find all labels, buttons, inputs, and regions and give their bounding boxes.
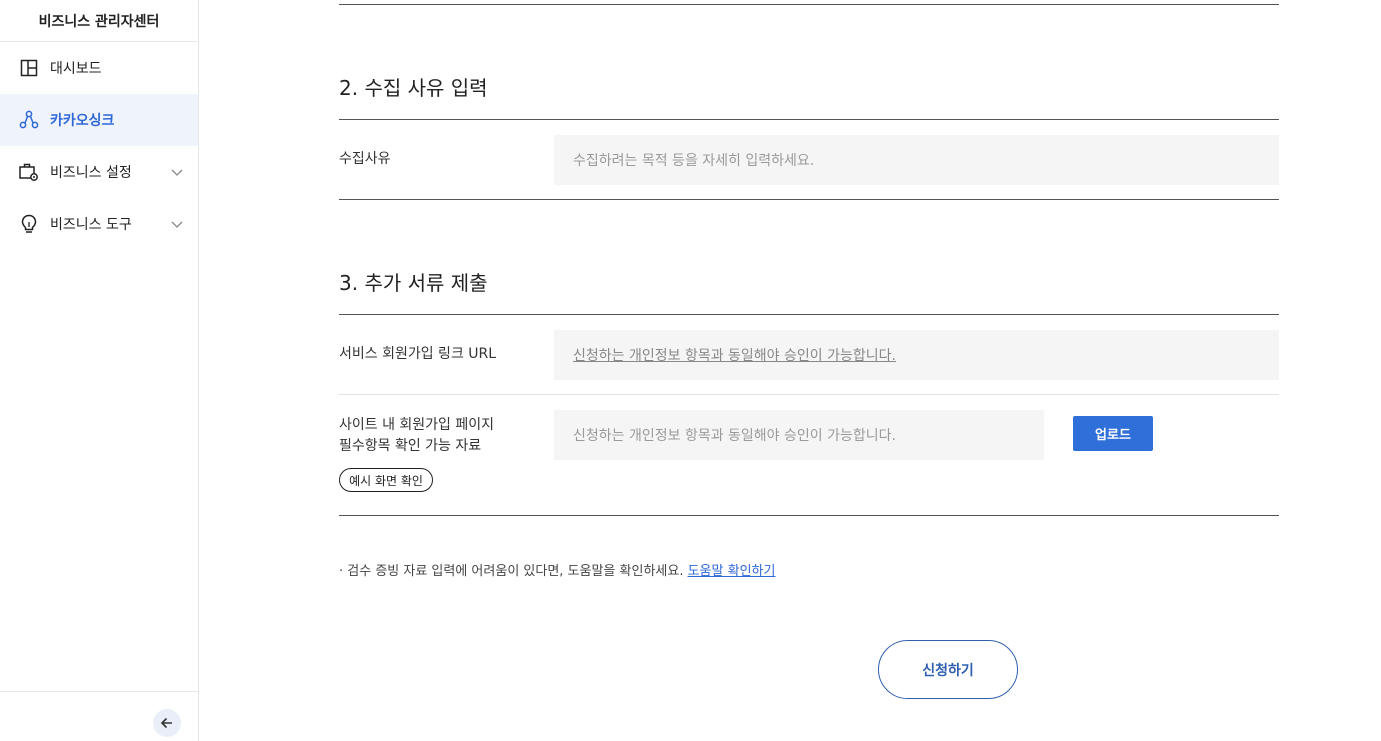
business-settings-icon xyxy=(18,161,40,183)
divider xyxy=(339,119,1279,120)
app-root: 비즈니스 관리자센터 대시보드 카카오싱크 비즈니스 설정 비즈니스 도구 2.… xyxy=(0,0,1381,741)
sidebar-title: 비즈니스 관리자센터 xyxy=(0,0,198,42)
arrow-left-icon xyxy=(160,717,172,729)
signup-url-input[interactable]: 신청하는 개인정보 항목과 동일해야 승인이 가능합니다. xyxy=(554,330,1279,380)
reason-input[interactable]: 수집하려는 목적 등을 자세히 입력하세요. xyxy=(554,135,1279,185)
divider xyxy=(339,199,1279,200)
help-link[interactable]: 도움말 확인하기 xyxy=(688,564,776,579)
sidebar-item-kakaosync[interactable]: 카카오싱크 xyxy=(0,94,198,146)
sidebar-nav: 대시보드 카카오싱크 비즈니스 설정 비즈니스 도구 xyxy=(0,42,198,250)
submit-button[interactable]: 신청하기 xyxy=(878,640,1018,699)
divider xyxy=(339,314,1279,315)
reason-label: 수집사유 xyxy=(339,151,391,167)
kakaosync-icon xyxy=(18,109,40,131)
signup-page-file-placeholder: 신청하는 개인정보 항목과 동일해야 승인이 가능합니다. xyxy=(573,428,896,444)
lightbulb-icon xyxy=(18,213,40,235)
sidebar-item-label: 비즈니스 설정 xyxy=(50,165,132,181)
divider xyxy=(339,515,1279,516)
reason-placeholder: 수집하려는 목적 등을 자세히 입력하세요. xyxy=(573,153,815,169)
section-title-documents: 3. 추가 서류 제출 xyxy=(339,271,488,295)
sidebar-item-label: 대시보드 xyxy=(50,61,102,77)
signup-url-placeholder: 신청하는 개인정보 항목과 동일해야 승인이 가능합니다. xyxy=(573,348,896,364)
sidebar-footer xyxy=(0,691,198,741)
section-title-reason: 2. 수집 사유 입력 xyxy=(339,76,488,100)
sidebar-collapse-button[interactable] xyxy=(153,709,181,737)
chevron-down-icon xyxy=(171,221,183,228)
sidebar-item-label: 카카오싱크 xyxy=(50,113,115,129)
sidebar-item-label: 비즈니스 도구 xyxy=(50,217,132,233)
upload-button[interactable]: 업로드 xyxy=(1073,416,1153,451)
example-screen-button[interactable]: 예시 화면 확인 xyxy=(339,468,433,492)
help-note: · 검수 증빙 자료 입력에 어려움이 있다면, 도움말을 확인하세요. 도움말… xyxy=(339,560,775,579)
signup-page-file-input[interactable]: 신청하는 개인정보 항목과 동일해야 승인이 가능합니다. xyxy=(554,410,1044,460)
signup-page-file-label-line1: 사이트 내 회원가입 페이지 xyxy=(339,417,495,433)
help-note-text: · 검수 증빙 자료 입력에 어려움이 있다면, 도움말을 확인하세요. xyxy=(339,564,688,579)
chevron-down-icon xyxy=(171,169,183,176)
sidebar-item-business-tools[interactable]: 비즈니스 도구 xyxy=(0,198,198,250)
dashboard-icon xyxy=(18,57,40,79)
sidebar-item-dashboard[interactable]: 대시보드 xyxy=(0,42,198,94)
signup-url-label: 서비스 회원가입 링크 URL xyxy=(339,346,497,362)
main-content: 2. 수집 사유 입력 수집사유 수집하려는 목적 등을 자세히 입력하세요. … xyxy=(199,0,1381,741)
signup-page-file-label-line2: 필수항목 확인 가능 자료 xyxy=(339,438,482,454)
sidebar: 비즈니스 관리자센터 대시보드 카카오싱크 비즈니스 설정 비즈니스 도구 xyxy=(0,0,199,741)
divider xyxy=(339,4,1279,5)
divider xyxy=(339,394,1279,395)
sidebar-item-business-settings[interactable]: 비즈니스 설정 xyxy=(0,146,198,198)
